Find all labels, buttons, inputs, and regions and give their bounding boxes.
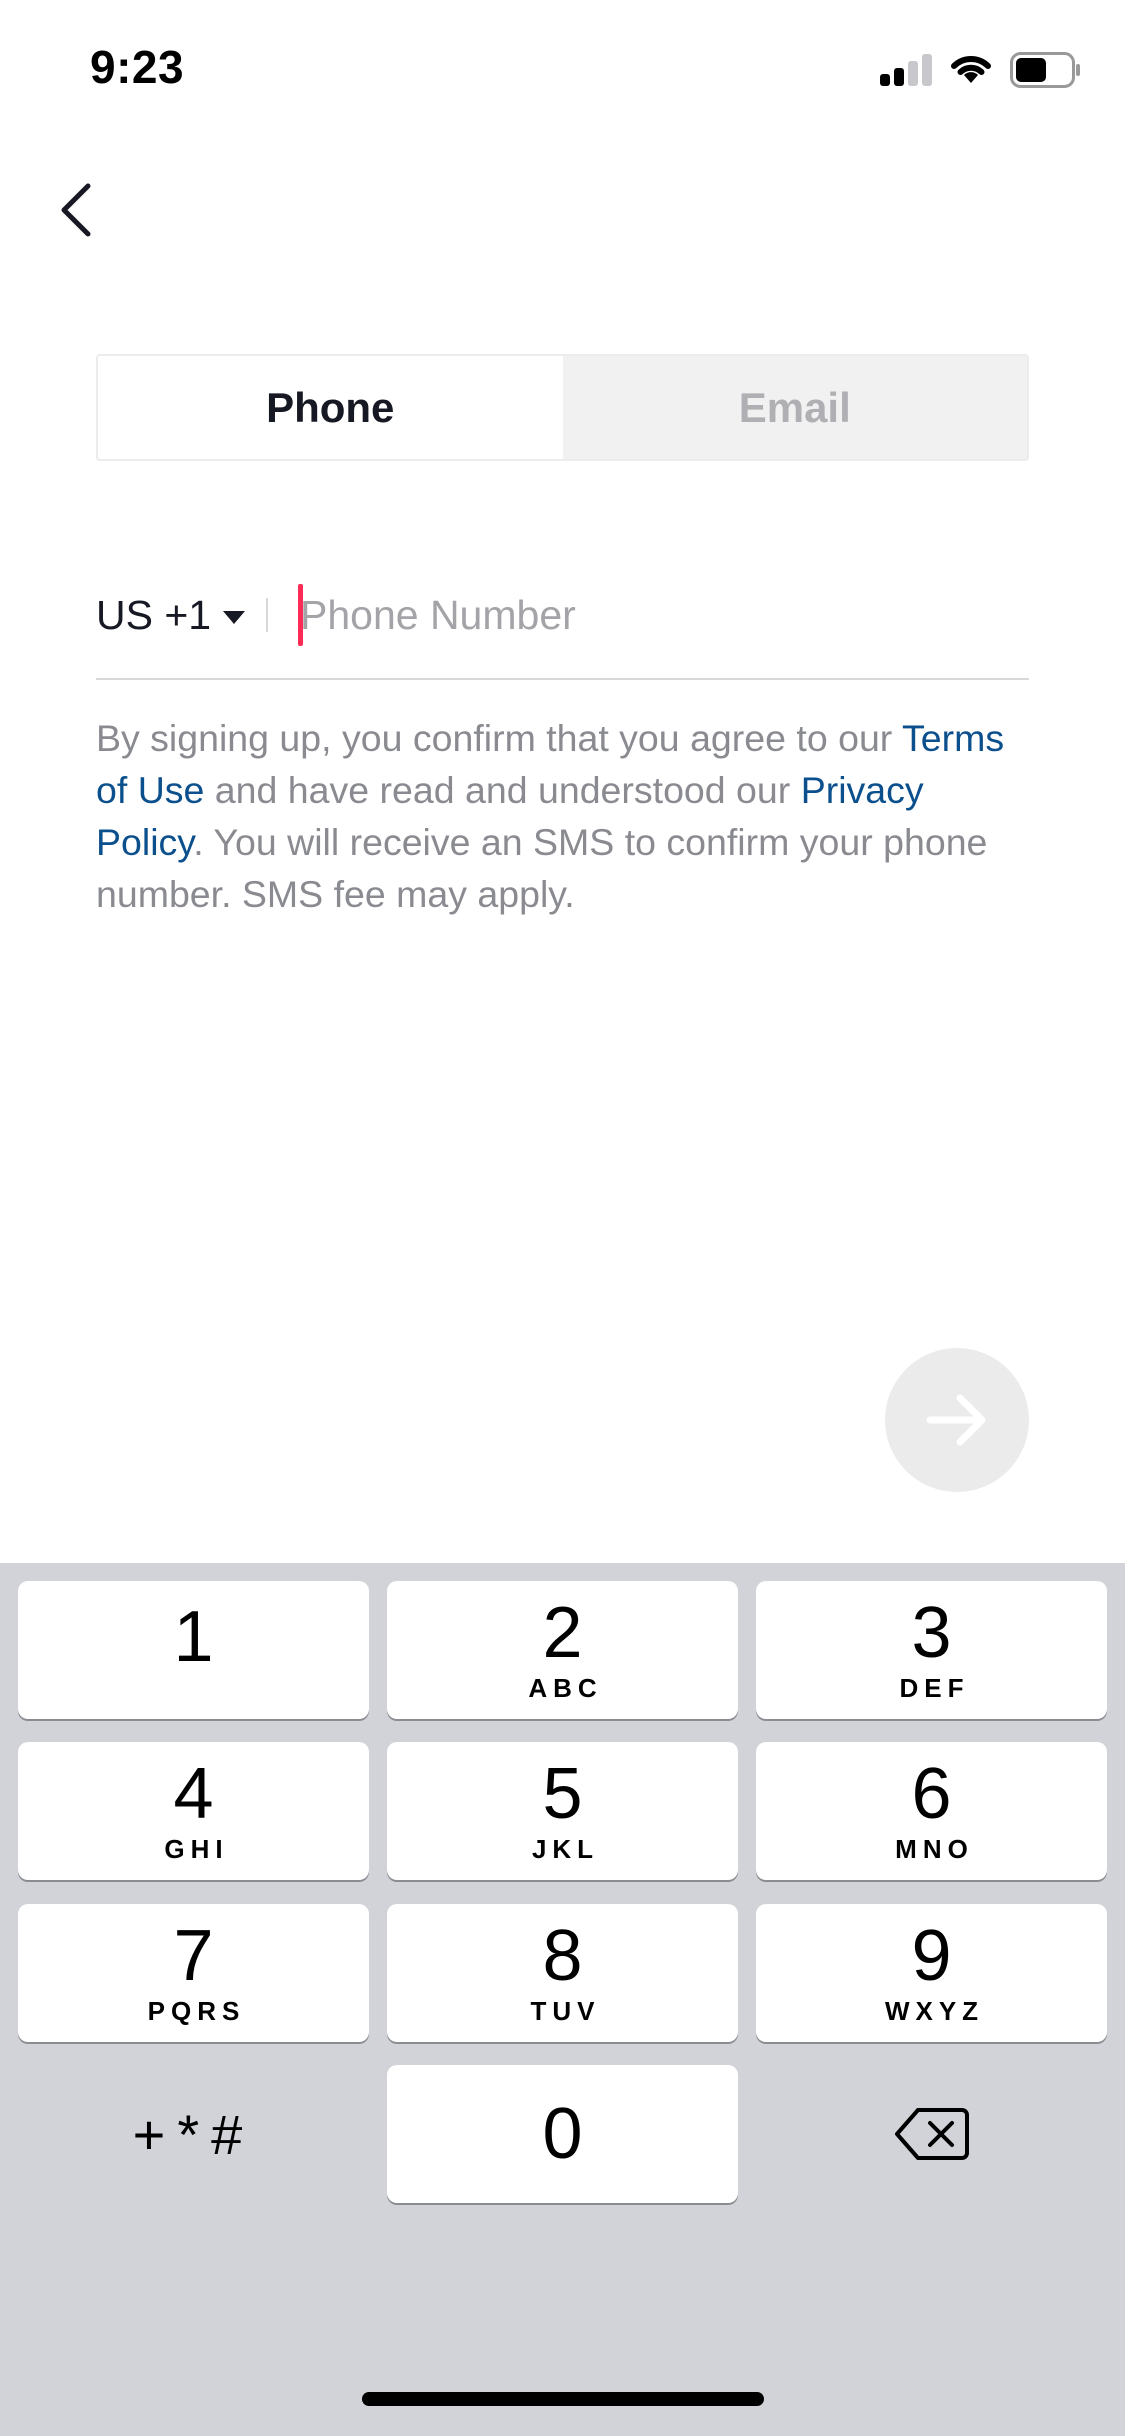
country-code-selector[interactable]: US +1 <box>96 582 246 648</box>
key-4[interactable]: 4 GHI <box>18 1742 369 1880</box>
wifi-icon <box>951 55 991 83</box>
key-7[interactable]: 7 PQRS <box>18 1904 369 2042</box>
tab-phone[interactable]: Phone <box>98 356 563 459</box>
key-1[interactable]: 1 <box>18 1581 369 1719</box>
back-arrow-icon <box>61 183 91 237</box>
key-letters: WXYZ <box>884 1995 985 2026</box>
terms-text-2: and have read and understood our <box>204 769 801 811</box>
key-letters: PQRS <box>147 1995 246 2026</box>
numeric-keyboard: 1 2 ABC 3 DEF 4 GHI 5 JKL 6 MNO 7 PQRS 8… <box>0 1563 1125 2436</box>
key-digit: 8 <box>542 1915 583 1996</box>
key-6[interactable]: 6 MNO <box>756 1742 1107 1880</box>
key-symbols[interactable]: +*# <box>18 2065 369 2203</box>
key-digit: 9 <box>911 1915 952 1996</box>
key-digit: 0 <box>542 2094 583 2174</box>
key-3[interactable]: 3 DEF <box>756 1581 1107 1719</box>
key-digit: 7 <box>173 1915 214 1996</box>
text-cursor <box>298 584 303 646</box>
terms-text-3: . You will receive an SMS to confirm you… <box>96 821 988 915</box>
tab-email[interactable]: Email <box>562 356 1027 459</box>
key-letters: GHI <box>164 1833 229 1864</box>
divider <box>266 598 268 632</box>
next-button[interactable] <box>885 1348 1029 1492</box>
key-0[interactable]: 0 <box>387 2065 738 2203</box>
key-digit: 3 <box>911 1592 952 1673</box>
terms-notice: By signing up, you confirm that you agre… <box>96 712 1036 920</box>
key-digit: 5 <box>542 1753 583 1834</box>
key-digit: 6 <box>911 1753 952 1834</box>
key-backspace[interactable] <box>756 2065 1107 2203</box>
key-digit: 4 <box>173 1753 214 1834</box>
key-9[interactable]: 9 WXYZ <box>756 1904 1107 2042</box>
key-2[interactable]: 2 ABC <box>387 1581 738 1719</box>
signup-method-tabs: Phone Email <box>96 354 1029 461</box>
symbols-label: +*# <box>132 2102 255 2166</box>
key-letters: DEF <box>899 1672 970 1703</box>
terms-text-1: By signing up, you confirm that you agre… <box>96 717 903 759</box>
phone-input-row: US +1 <box>96 560 1029 680</box>
caret-down-icon <box>223 610 246 624</box>
back-button[interactable] <box>40 160 140 260</box>
phone-number-input[interactable] <box>298 582 998 648</box>
key-digit: 1 <box>173 1597 214 1677</box>
key-letters: ABC <box>528 1672 603 1703</box>
backspace-icon <box>894 2108 969 2160</box>
key-5[interactable]: 5 JKL <box>387 1742 738 1880</box>
key-8[interactable]: 8 TUV <box>387 1904 738 2042</box>
key-letters: MNO <box>895 1833 974 1864</box>
status-bar: 9:23 <box>0 0 1125 140</box>
key-digit: 2 <box>542 1592 583 1673</box>
key-letters: JKL <box>531 1833 600 1864</box>
home-indicator <box>362 2392 764 2406</box>
signal-icon <box>880 54 934 86</box>
country-code-label: US +1 <box>96 591 212 638</box>
battery-icon <box>1010 52 1080 88</box>
status-time: 9:23 <box>90 41 185 93</box>
key-letters: TUV <box>530 1995 601 2026</box>
arrow-right-icon <box>926 1394 986 1446</box>
